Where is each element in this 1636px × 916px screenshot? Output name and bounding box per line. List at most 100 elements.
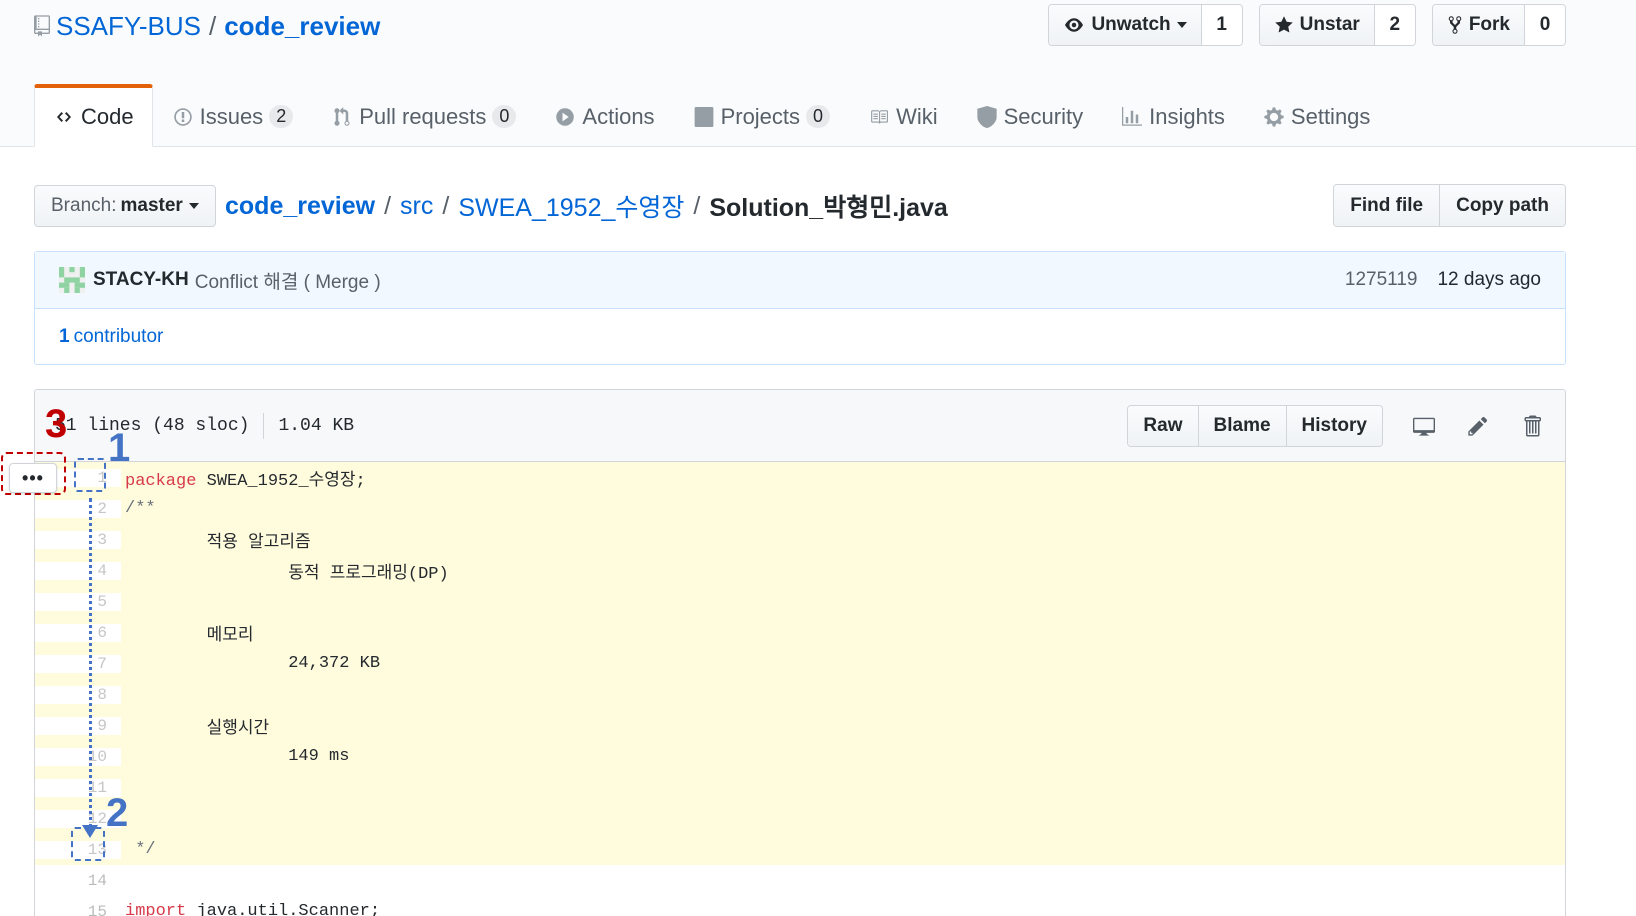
line-number[interactable]: 3 xyxy=(35,530,121,549)
desktop-icon[interactable] xyxy=(1411,413,1437,439)
tab-security[interactable]: Security xyxy=(957,84,1102,147)
repo-name-link[interactable]: code_review xyxy=(224,11,380,42)
code-line: 2/** xyxy=(35,493,1565,524)
trash-icon[interactable] xyxy=(1519,413,1545,439)
repo-owner-link[interactable]: SSAFY-BUS xyxy=(56,11,201,42)
annotation-2: 2 xyxy=(106,791,129,835)
line-number[interactable]: 4 xyxy=(35,561,121,580)
tab-insights[interactable]: Insights xyxy=(1102,84,1244,147)
repo-icon xyxy=(32,13,52,39)
code-line: 4 동적 프로그래밍(DP) xyxy=(35,555,1565,586)
annotation-arrow-line xyxy=(89,498,92,828)
contributors-count: 1 xyxy=(59,326,70,347)
tab-wiki[interactable]: Wiki xyxy=(849,84,957,147)
code-content: /** xyxy=(121,499,1565,518)
graph-icon xyxy=(1121,106,1143,128)
find-file-button[interactable]: Find file xyxy=(1334,185,1440,226)
code-text: 동적 프로그래밍(DP) xyxy=(125,564,449,584)
tab-issues[interactable]: Issues 2 xyxy=(153,84,313,147)
code-content: 메모리 xyxy=(121,620,1565,646)
tab-pull-requests-label: Pull requests xyxy=(359,103,487,129)
code-text: 149 ms xyxy=(125,747,350,766)
file-nav-buttons: Find file Copy path xyxy=(1333,184,1566,227)
line-number[interactable]: 2 xyxy=(35,499,121,518)
unstar-label: Unstar xyxy=(1299,14,1360,35)
breadcrumb-separator: / xyxy=(442,191,450,220)
projects-counter: 0 xyxy=(806,105,831,128)
star-icon xyxy=(1274,16,1293,33)
commit-author[interactable]: STACY-KH xyxy=(93,269,189,291)
fork-button[interactable]: Fork xyxy=(1432,5,1525,45)
code-line: 8 xyxy=(35,679,1565,710)
line-number[interactable]: 10 xyxy=(35,747,121,766)
line-number[interactable]: 9 xyxy=(35,716,121,735)
code-text: */ xyxy=(125,840,156,859)
line-number[interactable]: 14 xyxy=(35,872,121,890)
unwatch-button[interactable]: Unwatch xyxy=(1049,5,1202,45)
breadcrumb-src-link[interactable]: src xyxy=(400,192,433,221)
tab-security-label: Security xyxy=(1003,103,1084,129)
annotation-3: 3 xyxy=(45,402,68,446)
tab-settings-label: Settings xyxy=(1290,103,1371,129)
code-line: 10 149 ms xyxy=(35,741,1565,772)
code-content: */ xyxy=(121,840,1565,859)
tab-settings[interactable]: Settings xyxy=(1244,84,1390,147)
code-line: 6 메모리 xyxy=(35,617,1565,648)
code-line: 11 xyxy=(35,772,1565,803)
code-line: 5 xyxy=(35,586,1565,617)
tab-actions-label: Actions xyxy=(582,103,655,129)
line-number[interactable]: 5 xyxy=(35,592,121,611)
copy-path-button[interactable]: Copy path xyxy=(1439,185,1565,226)
tab-projects[interactable]: Projects 0 xyxy=(674,84,850,147)
code-text: java.util.Scanner; xyxy=(186,902,381,916)
tab-issues-label: Issues xyxy=(199,103,264,129)
line-number[interactable]: 7 xyxy=(35,654,121,673)
line-number[interactable]: 15 xyxy=(35,903,121,916)
unstar-button[interactable]: Unstar xyxy=(1259,5,1375,45)
fork-group: Fork 0 xyxy=(1431,4,1566,46)
annotation-1: 1 xyxy=(108,426,131,470)
code-content: package SWEA_1952_수영장; xyxy=(121,465,1565,491)
eye-icon xyxy=(1065,18,1084,32)
branch-select-button[interactable]: Branch: master xyxy=(34,185,216,227)
code-line: 1 package SWEA_1952_수영장; xyxy=(35,462,1565,493)
pencil-icon[interactable] xyxy=(1465,413,1491,439)
issues-counter: 2 xyxy=(269,105,294,128)
commit-meta: 1275119 12 days ago xyxy=(1345,269,1541,291)
unwatch-label: Unwatch xyxy=(1091,14,1171,35)
code-icon xyxy=(53,106,75,128)
contributors[interactable]: 1 contributor xyxy=(35,309,1565,365)
line-number[interactable]: 8 xyxy=(35,685,121,704)
code-line: 12 xyxy=(35,803,1565,834)
breadcrumb-folder-link[interactable]: SWEA_1952_수영장 xyxy=(458,188,684,224)
tab-pull-requests[interactable]: Pull requests 0 xyxy=(312,84,535,147)
tab-actions[interactable]: Actions xyxy=(535,84,673,147)
blame-button[interactable]: Blame xyxy=(1197,405,1286,446)
file-line-count: 51 lines (48 sloc) xyxy=(55,415,250,436)
history-button[interactable]: History xyxy=(1285,405,1382,446)
code-line: 13 */ xyxy=(35,834,1565,865)
more-options-button[interactable]: ••• xyxy=(9,463,57,493)
raw-button[interactable]: Raw xyxy=(1128,405,1198,446)
tab-insights-label: Insights xyxy=(1149,103,1225,129)
commit-box: STACY-KH Conflict 해결 ( Merge ) 1275119 1… xyxy=(34,251,1566,365)
annotation-box-1 xyxy=(74,458,106,492)
code-line: 3 적용 알고리즘 xyxy=(35,524,1565,555)
tab-projects-label: Projects xyxy=(720,103,801,129)
code-content: 24,372 KB xyxy=(121,654,1565,673)
fork-count[interactable]: 0 xyxy=(1525,5,1565,45)
chevron-down-icon xyxy=(188,203,199,209)
commit-message[interactable]: Conflict 해결 ( Merge ) xyxy=(195,267,381,294)
watch-count[interactable]: 1 xyxy=(1201,5,1242,45)
star-count[interactable]: 2 xyxy=(1374,5,1415,45)
repo-separator: / xyxy=(208,10,217,41)
commit-sha[interactable]: 1275119 xyxy=(1345,269,1418,291)
contributors-label: contributor xyxy=(73,326,164,347)
line-number[interactable]: 6 xyxy=(35,623,121,642)
divider xyxy=(263,412,265,439)
breadcrumb-repo-link[interactable]: code_review xyxy=(225,192,375,221)
file-header: 51 lines (48 sloc) 1.04 KB Raw Blame His… xyxy=(35,390,1565,462)
branch-label: Branch: xyxy=(51,195,117,216)
tab-code[interactable]: Code xyxy=(34,84,153,147)
avatar[interactable] xyxy=(59,267,85,293)
